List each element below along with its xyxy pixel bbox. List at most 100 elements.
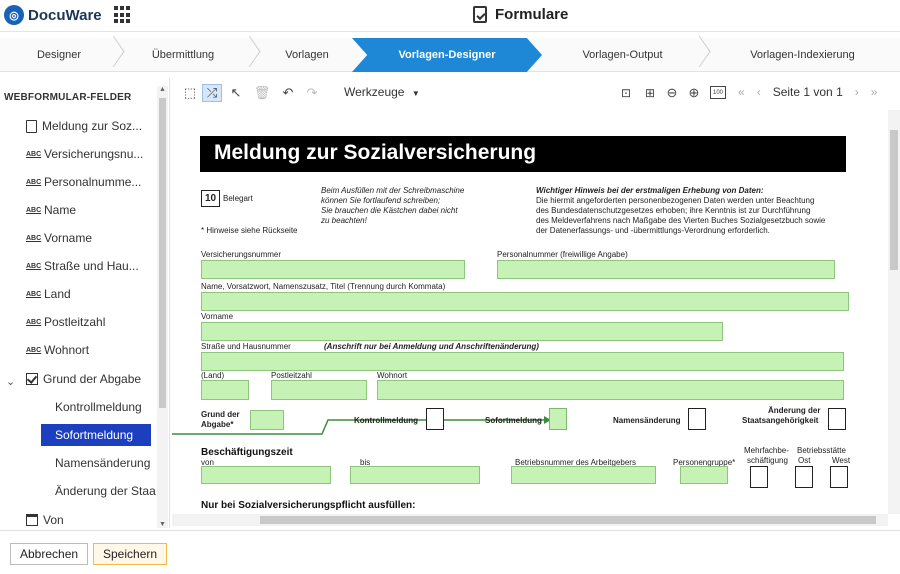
canvas-vertical-scrollbar[interactable] (888, 110, 900, 514)
scroll-down-icon[interactable]: ▼ (159, 521, 166, 528)
docuware-logo[interactable]: ◎ DocuWare (4, 5, 102, 25)
field-label: Vorname (44, 231, 93, 245)
tools-menu-label: Werkzeuge (344, 85, 405, 99)
field-land[interactable]: ABC Land (26, 284, 71, 304)
step-designer[interactable]: Designer (0, 38, 118, 72)
fit-page-icon[interactable]: ⊞ (642, 84, 658, 102)
section-svpflicht: Nur bei Sozialversicherungspflicht ausfü… (201, 500, 416, 511)
typewriter-note-line: Sie brauchen die Kästchen dabei nicht (321, 206, 458, 215)
first-page-icon[interactable]: « (738, 85, 745, 99)
clipboard-check-icon (473, 6, 487, 23)
zoom-100-icon[interactable]: 100 (710, 86, 726, 99)
designer-toolbar: ⬚ ⤮ ↖ 🗑 ↶ ↷ Werkzeuge ▼ ⊡ ⊞ ⊖ ⊕ 100 « ‹ … (172, 78, 900, 108)
field-grund-der-abgabe[interactable]: Grund der Abgabe (26, 369, 141, 389)
step-vorlagen-output[interactable]: Vorlagen-Output (540, 38, 705, 72)
checkbox-sofortmeldung[interactable] (549, 408, 567, 430)
left-panel-scrollbar[interactable]: ▲ ▼ (157, 86, 168, 528)
pointer-icon[interactable]: ↖ (228, 84, 244, 102)
input-personengruppe[interactable] (680, 466, 728, 484)
field-wohnort[interactable]: ABC Wohnort (26, 340, 89, 360)
field-von[interactable]: Von (26, 510, 64, 528)
next-page-icon[interactable]: › (855, 85, 859, 99)
abc-icon: ABC (26, 262, 42, 270)
step-vorlagen-designer[interactable]: Vorlagen-Designer (352, 38, 542, 72)
subitem-staatsangehoerigkeit[interactable]: Änderung der Staa (55, 480, 156, 502)
checkbox-west[interactable] (830, 466, 848, 488)
field-label: Wohnort (44, 343, 90, 357)
input-strasse[interactable] (201, 352, 844, 371)
undo-icon[interactable]: ↶ (280, 84, 296, 102)
connect-icon[interactable]: ⤮ (202, 84, 222, 102)
prev-page-icon[interactable]: ‹ (757, 85, 761, 99)
panel-heading: WEBFORMULAR-FELDER (4, 92, 132, 103)
scrollbar-thumb[interactable] (890, 130, 898, 270)
input-versicherungsnummer[interactable] (201, 260, 465, 279)
subitem-sofortmeldung[interactable]: Sofortmeldung (41, 424, 151, 446)
checkbox-ost[interactable] (795, 466, 813, 488)
checkbox-mehrfachbeschaeftigung[interactable] (750, 466, 768, 488)
form-canvas[interactable]: Meldung zur Sozialversicherung 10 Belega… (172, 110, 888, 514)
page-title-text: Formulare (495, 6, 569, 23)
scroll-up-icon[interactable]: ▲ (159, 86, 166, 93)
fit-width-icon[interactable]: ⊡ (618, 84, 634, 102)
abc-icon: ABC (26, 318, 42, 326)
step-uebermittlung[interactable]: Übermittlung (118, 38, 248, 72)
label-personalnummer: Personalnummer (freiwillige Angabe) (497, 250, 628, 259)
trash-icon[interactable]: 🗑 (254, 84, 271, 102)
field-versicherungsnummer[interactable]: ABC Versicherungsnu... (26, 144, 143, 164)
field-postleitzahl[interactable]: ABC Postleitzahl (26, 312, 105, 332)
option-namensaenderung-label: Namensänderung (613, 416, 681, 425)
field-strasse[interactable]: ABC Straße und Hau... (26, 256, 139, 276)
belegart-label: Belegart (223, 194, 253, 203)
redo-icon[interactable]: ↷ (304, 84, 320, 102)
zoom-in-icon[interactable]: ⊕ (686, 84, 702, 102)
subitem-kontrollmeldung[interactable]: Kontrollmeldung (55, 396, 142, 418)
cancel-button[interactable]: Abbrechen (10, 543, 89, 565)
input-von[interactable] (201, 466, 331, 484)
field-meldung[interactable]: Meldung zur Soz... (26, 116, 142, 136)
tools-menu[interactable]: Werkzeuge ▼ (344, 85, 420, 99)
label-west: West (832, 456, 851, 465)
important-note-line: der Datenerfassungs- und -übermittlungs-… (536, 226, 770, 235)
step-chevron-separator (690, 38, 704, 72)
input-land[interactable] (201, 380, 249, 400)
input-personalnummer[interactable] (497, 260, 835, 279)
hinweise-note: * Hinweise siehe Rückseite (201, 226, 298, 235)
input-bis[interactable] (350, 466, 480, 484)
step-vorlagen-indexierung[interactable]: Vorlagen-Indexierung (705, 38, 900, 72)
subitem-namensaenderung[interactable]: Namensänderung (55, 452, 150, 474)
zoom-out-icon[interactable]: ⊖ (664, 84, 680, 102)
scrollbar-thumb[interactable] (260, 516, 876, 524)
app-launcher-icon[interactable] (114, 6, 132, 24)
input-vorname[interactable] (201, 322, 723, 341)
field-label: Meldung zur Soz... (42, 119, 143, 133)
save-button[interactable]: Speichern (93, 543, 168, 565)
scrollbar-thumb[interactable] (159, 98, 166, 408)
important-note-title: Wichtiger Hinweis bei der erstmaligen Er… (536, 186, 764, 195)
label-strasse-note: (Anschrift nur bei Anmeldung und Anschri… (324, 342, 539, 351)
input-betriebsnummer[interactable] (511, 466, 656, 484)
abc-icon: ABC (26, 290, 42, 298)
input-postleitzahl[interactable] (271, 380, 367, 400)
step-vorlagen[interactable]: Vorlagen (252, 38, 362, 72)
field-label: Postleitzahl (44, 315, 106, 329)
option-staats-label: Staatsangehörigkeit (742, 416, 819, 425)
input-name[interactable] (201, 292, 849, 311)
field-personalnummer[interactable]: ABC Personalnumme... (26, 172, 141, 192)
label-versicherungsnummer: Versicherungsnummer (201, 250, 282, 259)
wizard-steps: Designer Übermittlung Vorlagen Vorlagen-… (0, 38, 900, 72)
field-name[interactable]: ABC Name (26, 200, 76, 220)
checkbox-kontrollmeldung[interactable] (426, 408, 444, 430)
field-vorname[interactable]: ABC Vorname (26, 228, 92, 248)
label-vorname: Vorname (201, 312, 234, 321)
input-wohnort[interactable] (377, 380, 844, 400)
chevron-down-icon[interactable]: ⌄ (6, 375, 15, 388)
checkbox-namensaenderung[interactable] (688, 408, 706, 430)
checkbox-staatsangehoerigkeit[interactable] (828, 408, 846, 430)
webform-fields-panel: WEBFORMULAR-FELDER Meldung zur Soz... AB… (0, 78, 170, 528)
abc-icon: ABC (26, 206, 42, 214)
caret-down-icon: ▼ (411, 89, 420, 98)
marquee-select-icon[interactable]: ⬚ (182, 84, 198, 102)
last-page-icon[interactable]: » (871, 85, 878, 99)
canvas-horizontal-scrollbar[interactable] (172, 514, 888, 526)
